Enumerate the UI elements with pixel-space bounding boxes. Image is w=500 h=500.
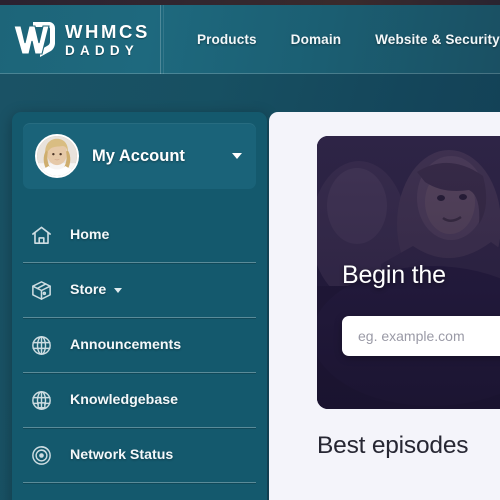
sidebar-item-label-announcements: Announcements <box>70 337 182 353</box>
sidebar-item-knowledgebase[interactable]: Knowledgebase <box>23 373 256 427</box>
site-header: WHMCS DADDY Products Domain Website & Se… <box>0 5 500 74</box>
sidebar-item-home[interactable]: Home <box>23 208 256 262</box>
radar-icon <box>28 442 54 468</box>
chevron-down-icon[interactable] <box>232 153 242 159</box>
domain-search-placeholder: eg. example.com <box>358 328 465 344</box>
nav-item-products[interactable]: Products <box>180 32 274 47</box>
sidebar-item-label-store: Store <box>70 282 107 298</box>
hero-banner: Begin the eg. example.com <box>317 136 500 409</box>
globe-book-icon <box>28 387 54 413</box>
section-title-best-episodes: Best episodes <box>317 432 469 459</box>
chevron-down-icon-store[interactable] <box>114 287 123 293</box>
main-navigation: Products Domain Website & Security S <box>180 5 500 74</box>
browser-top-strip <box>0 0 500 5</box>
header-divider-secondary <box>163 5 164 74</box>
home-icon <box>28 222 54 248</box>
account-card[interactable]: My Account <box>23 123 256 189</box>
sidebar-item-label-home: Home <box>70 227 110 243</box>
header-divider <box>160 5 161 74</box>
brand-logo[interactable]: WHMCS DADDY <box>0 5 150 74</box>
sidebar-divider <box>23 482 256 483</box>
brand-name-line2: DADDY <box>65 43 140 58</box>
client-sidebar: My Account Home Store Announcements Know… <box>12 112 267 500</box>
whmcs-daddy-logo-icon <box>13 21 56 58</box>
page-body: My Account Home Store Announcements Know… <box>0 74 500 500</box>
sidebar-item-network-status[interactable]: Network Status <box>23 428 256 482</box>
hero-title: Begin the <box>342 261 446 289</box>
user-avatar <box>35 134 79 178</box>
sidebar-item-announcements[interactable]: Announcements <box>23 318 256 372</box>
main-content-panel: Begin the eg. example.com Best episodes <box>269 112 500 500</box>
nav-item-website-security[interactable]: Website & Security <box>358 32 500 47</box>
brand-name-line1: WHMCS <box>65 20 150 42</box>
box-icon <box>28 277 54 303</box>
sidebar-item-label-network-status: Network Status <box>70 447 174 463</box>
sidebar-item-label-knowledgebase: Knowledgebase <box>70 392 179 408</box>
domain-search-input[interactable]: eg. example.com <box>342 316 500 356</box>
globe-icon <box>28 332 54 358</box>
account-label: My Account <box>92 146 185 165</box>
nav-item-domain[interactable]: Domain <box>274 32 358 47</box>
sidebar-menu: Home Store Announcements Knowledgebase N… <box>12 208 267 483</box>
sidebar-item-store[interactable]: Store <box>23 263 256 317</box>
